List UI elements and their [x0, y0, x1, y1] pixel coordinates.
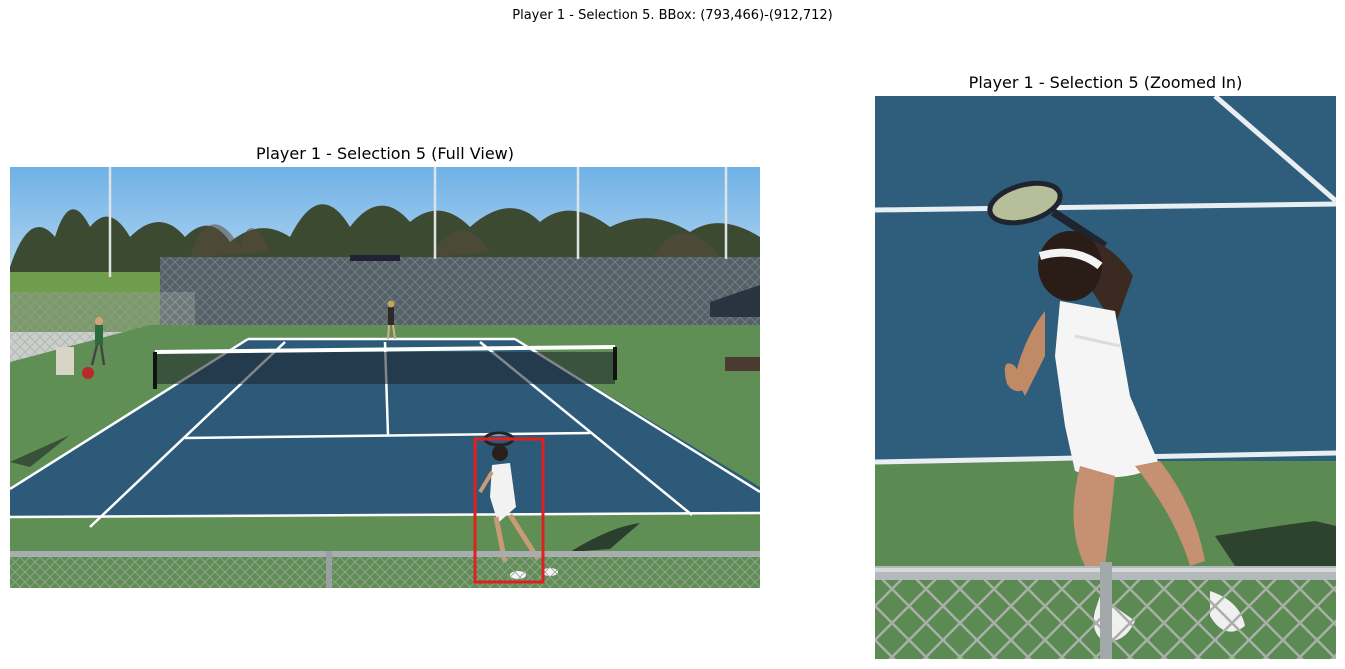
- front-fence: [10, 553, 760, 588]
- full-view-image: [10, 167, 760, 588]
- zoomed-view-title: Player 1 - Selection 5 (Zoomed In): [968, 73, 1243, 92]
- figure-suptitle: Player 1 - Selection 5. BBox: (793,466)-…: [512, 8, 833, 23]
- zoomed-view-image: [875, 96, 1336, 659]
- full-view-title: Player 1 - Selection 5 (Full View): [256, 144, 514, 163]
- tennis-net: [153, 345, 617, 389]
